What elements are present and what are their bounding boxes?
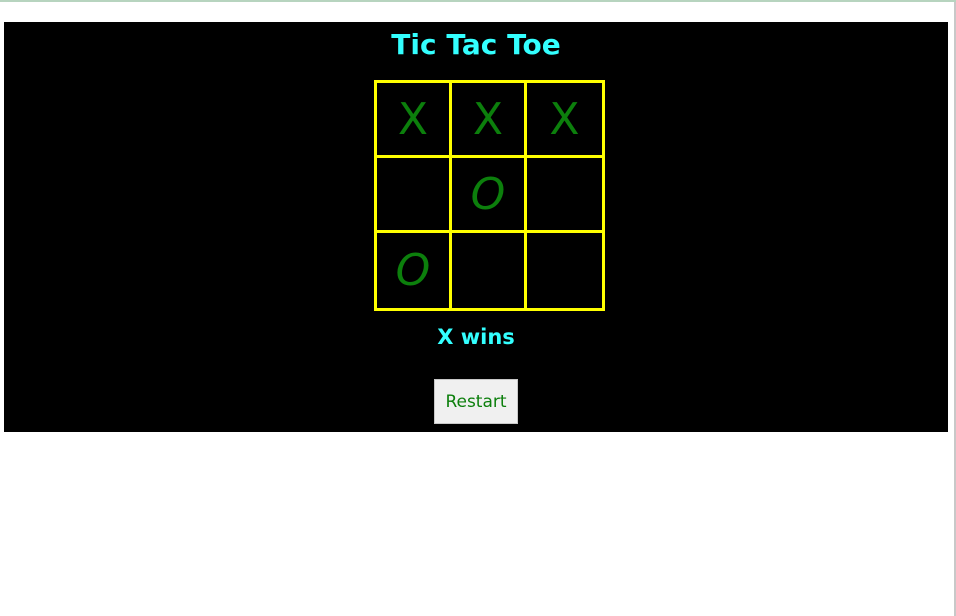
board-cell-r3c1[interactable]: O bbox=[377, 233, 452, 308]
board-cell-r3c2[interactable] bbox=[452, 233, 527, 308]
board-cell-r1c1[interactable]: X bbox=[377, 83, 452, 158]
board-cell-r2c3[interactable] bbox=[527, 158, 602, 233]
page-title: Tic Tac Toe bbox=[391, 28, 561, 61]
board-cell-r1c3[interactable]: X bbox=[527, 83, 602, 158]
board-cell-r3c3[interactable] bbox=[527, 233, 602, 308]
board-cell-r2c1[interactable] bbox=[377, 158, 452, 233]
restart-button[interactable]: Restart bbox=[434, 379, 518, 424]
game-panel: Tic Tac Toe X X X O O X wins Restart bbox=[4, 22, 948, 432]
board-cell-r2c2[interactable]: O bbox=[452, 158, 527, 233]
game-status: X wins bbox=[437, 325, 515, 349]
board-cell-r1c2[interactable]: X bbox=[452, 83, 527, 158]
game-board: X X X O O bbox=[374, 80, 605, 311]
